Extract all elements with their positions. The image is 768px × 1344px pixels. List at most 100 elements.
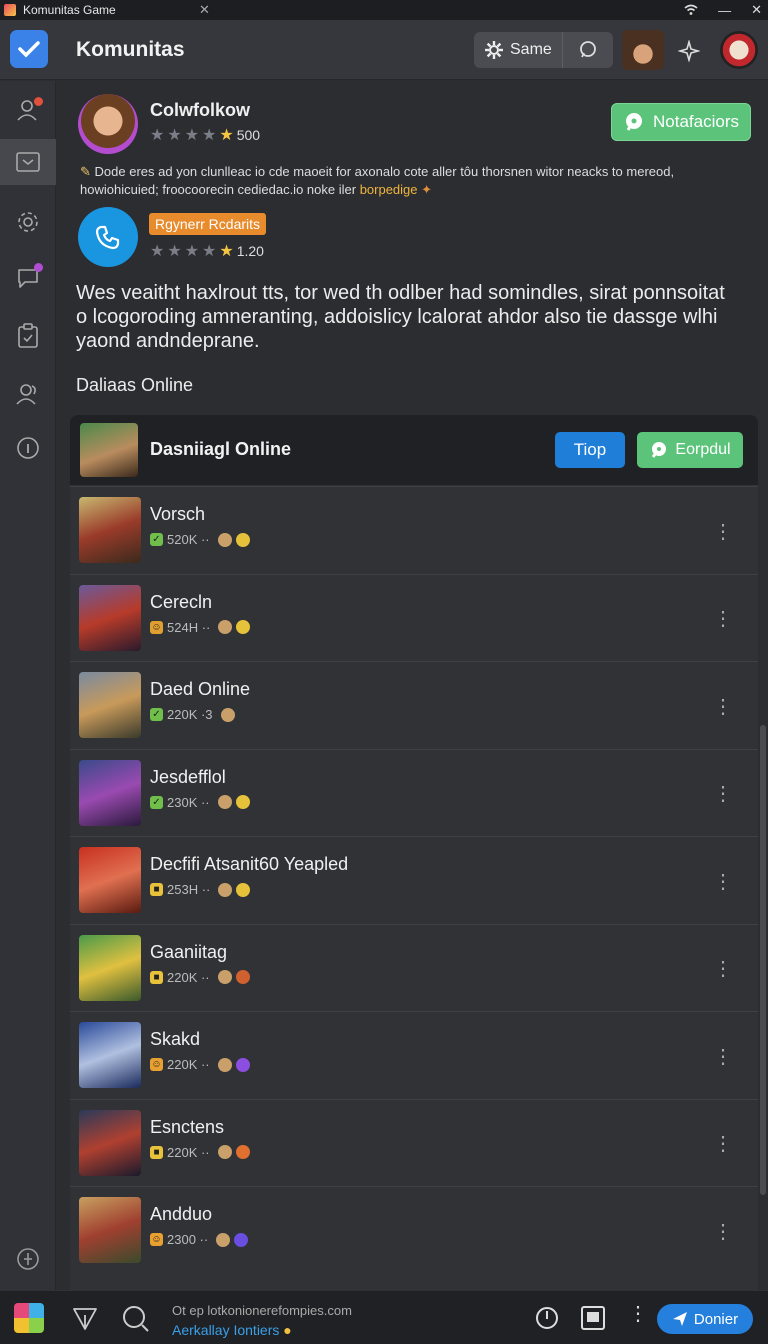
wifi-icon [684,4,698,15]
more-options-icon[interactable]: ⋮ [713,605,733,633]
sidebar [0,81,56,1290]
more-options-icon[interactable]: ⋮ [713,1042,733,1070]
donate-label: Donier [693,1310,739,1328]
game-name: Andduo [150,1204,213,1224]
emoji-icon [235,970,250,984]
game-thumbnail [79,759,141,826]
chat-icon [579,41,596,58]
more-options-icon[interactable]: ⋮ [713,780,733,808]
post-tag[interactable]: Rgynerr Rcdarits [149,213,267,235]
sidebar-item-inbox[interactable] [0,139,56,185]
game-name: Daed Online [150,679,251,699]
game-name: Cerecln [150,591,213,612]
game-name: Vorsch [150,504,206,524]
window-title: Komunitas Game [23,3,116,17]
users-icon [16,384,36,405]
footer-bar: Ot ep lotkonionerefompies.com Aerkallay … [0,1290,768,1344]
game-row[interactable]: Andduo ☺ 2300 ·· ⋮ [70,1186,758,1273]
power-icon[interactable] [534,1305,560,1331]
sidebar-item-info[interactable] [0,425,56,471]
game-stat: 520K ·· [167,532,210,547]
avatar-icon [216,1232,231,1247]
profile-avatar-large[interactable] [78,94,138,154]
eorpdul-button[interactable]: Eorpdul [637,432,743,468]
phone-avatar[interactable] [78,207,138,267]
same-button[interactable]: Same [474,32,563,68]
window-icon[interactable] [580,1305,606,1331]
tab-close-icon[interactable]: ✕ [199,2,210,18]
section-label: Daliaas Online [76,375,194,395]
panel-header: Dasniiagl Online Tiop Eorpdul [70,415,758,485]
sidebar-item-user[interactable] [0,87,56,133]
game-row[interactable]: Jesdefflol ✓ 230K ·· ⋮ [70,748,758,836]
more-options-icon[interactable]: ⋮ [713,955,733,983]
footer-url[interactable]: Ot ep lotkonionerefompies.com [172,1303,352,1318]
tiop-button[interactable]: Tiop [555,432,625,468]
scrollbar[interactable] [760,725,766,1195]
game-meta: ☺ 524H ·· [150,620,251,635]
sidebar-item-chat[interactable] [0,255,56,301]
game-row[interactable]: Esnctens ■ 220K ·· ⋮ [70,1098,758,1186]
plus-circle-icon [17,1248,39,1270]
sidebar-item-add[interactable] [0,1236,56,1282]
app-title: Komunitas [76,38,185,61]
emoji-icon [234,1232,249,1247]
checkmark-logo-icon[interactable] [10,30,48,68]
user-avatar[interactable] [622,30,664,70]
footer-link[interactable]: Aerkallay Iontiers ● [172,1322,292,1338]
game-thumbnail [79,497,141,563]
star-icon: ★ [167,127,182,144]
donate-button[interactable]: Donier [657,1304,753,1334]
game-meta: ✓ 220K ·3 [150,707,235,722]
game-thumbnail [79,1197,141,1263]
emoji-icon [235,532,250,547]
post-paragraph: Wes veaitht haxlrout tts, tor wed th odl… [76,282,725,352]
app-icon [4,4,16,16]
star-icon: ★ [150,127,165,144]
cube-logo-icon[interactable] [14,1303,44,1333]
message-icon [652,442,667,458]
sidebar-item-tasks[interactable] [0,313,56,359]
notifications-button[interactable]: Notafaciors [611,103,751,141]
avatar-icon [218,620,233,634]
game-thumbnail [79,1022,141,1088]
game-row[interactable]: Cerecln ☺ 524H ·· ⋮ [70,573,758,661]
profile-rating: ★ ★ ★ ★ ★ 500 [150,125,260,145]
notifications-label: Notafaciors [653,112,739,131]
chat-button[interactable] [563,40,613,60]
game-row[interactable]: Gaaniitag ■ 220K ·· ⋮ [70,923,758,1011]
game-row[interactable]: Skakd ☺ 220K ·· ⋮ [70,1011,758,1098]
status-badge-icon: ■ [150,1145,163,1159]
game-row[interactable]: Vorsch ✓ 520K ·· ⋮ [70,486,758,573]
game-thumbnail [79,934,141,1001]
emoji-icon [235,1145,250,1159]
more-options-icon[interactable]: ⋮ [713,517,733,545]
status-badge-icon: ☺ [150,1058,163,1071]
search-icon[interactable] [122,1305,150,1333]
more-options-icon[interactable]: ⋮ [713,692,733,720]
game-name: Skakd [150,1029,201,1049]
game-meta: ✓ 520K ·· [150,532,250,547]
game-stat: 253H ·· [167,882,211,897]
avatar-icon [217,970,232,984]
profile-name: Colwfolkow [150,100,250,120]
more-options-icon[interactable]: ⋮ [713,1217,733,1245]
emoji-icon: ✦ [421,182,433,197]
game-stat: 220K ·· [167,1057,210,1072]
close-icon[interactable]: ✕ [751,2,762,18]
sidebar-item-friends[interactable] [0,371,56,417]
game-name: Decfifi Atsanit60 Yeapled [150,854,349,874]
send-icon[interactable] [72,1305,98,1331]
star-icon: ★ [202,243,217,260]
status-badge-icon: ■ [150,883,163,896]
more-options-icon[interactable]: ⋮ [713,1130,733,1158]
rating-value: 500 [236,127,261,143]
minimize-icon[interactable]: — [718,3,731,18]
game-row[interactable]: Daed Online ✓ 220K ·3 ⋮ [70,661,758,748]
more-options-icon[interactable]: ⋮ [713,867,733,895]
sparkle-icon[interactable] [678,40,700,62]
sidebar-item-settings[interactable] [0,199,56,245]
profile-avatar[interactable] [720,31,758,69]
more-icon[interactable]: ⋮ [628,1301,648,1326]
game-row[interactable]: Decfifi Atsanit60 Yeapled ■ 253H ·· ⋮ [70,836,758,923]
